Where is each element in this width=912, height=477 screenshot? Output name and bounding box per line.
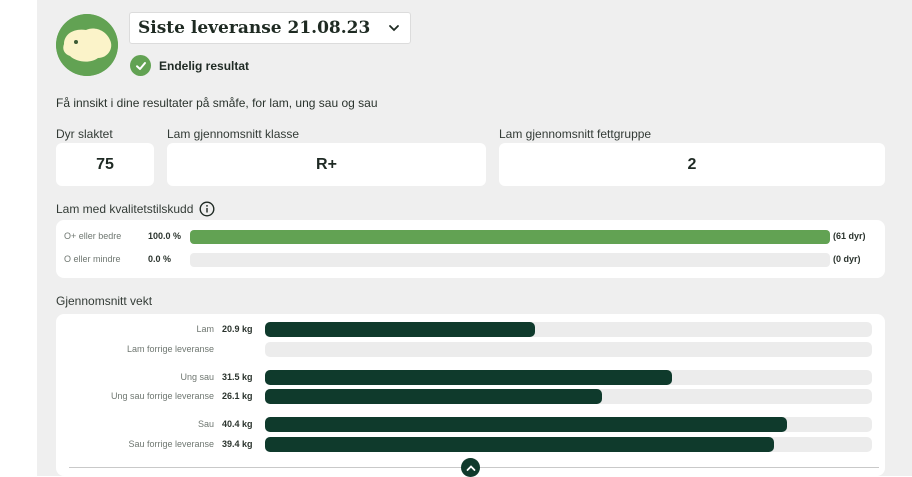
quality-row-name: O+ eller bedre [64,231,122,241]
quality-card: O+ eller bedre 100.0 % (61 dyr) O eller … [56,220,885,278]
sheep-avatar-icon [56,14,118,76]
weight-row-value: 40.4 kg [222,419,253,429]
quality-bar-track [190,230,830,244]
status-label: Endelig resultat [159,58,250,73]
weight-title: Gjennomsnitt vekt [56,294,153,308]
weight-row-value: 39.4 kg [222,439,253,449]
stat-label-class: Lam gjennomsnitt klasse [167,127,300,141]
stat-label-fat-group: Lam gjennomsnitt fettgruppe [499,127,652,141]
weight-row: Ung sau forrige leveranse 26.1 kg [56,389,885,404]
weight-bar-fill [265,437,774,452]
quality-row-count: (61 dyr) [833,231,866,241]
chevron-up-icon [466,464,475,471]
quality-row-name: O eller mindre [64,254,121,264]
weight-row-value: 31.5 kg [222,372,253,382]
weight-row-value: 26.1 kg [222,391,253,401]
chevron-down-icon [389,25,399,32]
weight-bar-track [265,370,872,385]
stat-value-class: R+ [167,143,486,186]
quality-row: O eller mindre 0.0 % (0 dyr) [56,253,885,267]
check-circle-icon [130,55,151,76]
quality-section-title: Lam med kvalitetstilskudd [56,201,215,217]
status-badge: Endelig resultat [130,55,249,76]
quality-row-percent: 0.0 % [148,254,172,264]
weight-bar-track [265,322,872,337]
weight-row-name: Ung sau [180,372,214,382]
weight-row-name: Lam forrige leveranse [126,344,214,354]
weight-row: Ung sau 31.5 kg [56,370,885,385]
weight-bar-track [265,342,872,357]
quality-row-percent: 100.0 % [148,231,182,241]
weight-row: Lam 20.9 kg [56,322,885,337]
weight-bar-fill [265,389,603,404]
weight-row: Sau forrige leveranse 39.4 kg [56,437,885,452]
weight-row-name: Ung sau forrige leveranse [110,391,214,401]
weight-bar-track [265,417,872,432]
weight-bar-fill [265,322,535,337]
delivery-title: Siste leveranse 21.08.23 [138,18,371,38]
weight-card: Lam 20.9 kg Lam forrige leveranse Ung sa… [56,314,885,476]
weight-row-name: Lam [196,324,214,334]
weight-row-name: Sau [197,419,214,429]
weight-row: Sau 40.4 kg [56,417,885,432]
weight-bar-fill [265,370,672,385]
weight-section-title: Gjennomsnitt vekt [56,294,152,308]
weight-row: Lam forrige leveranse [56,342,885,357]
weight-bar-track [265,389,872,404]
stat-value-fat-group: 2 [499,143,885,186]
weight-row-value: 20.9 kg [222,324,253,334]
intro-text: Få innsikt i dine resultater på småfe, f… [56,96,378,110]
weight-bar-fill [265,417,787,432]
quality-bar-track [190,253,830,267]
delivery-select[interactable]: Siste leveranse 21.08.23 [129,12,411,44]
info-icon[interactable] [199,201,215,217]
quality-title: Lam med kvalitetstilskudd [56,202,194,216]
weight-bar-track [265,437,872,452]
stat-label-slaughtered: Dyr slaktet [56,127,113,141]
quality-row-count: (0 dyr) [833,254,861,264]
quality-row: O+ eller bedre 100.0 % (61 dyr) [56,230,885,244]
weight-row-name: Sau forrige leveranse [128,439,214,449]
stat-value-slaughtered: 75 [56,143,154,186]
quality-bar-fill [190,230,830,244]
collapse-button[interactable] [461,458,480,477]
